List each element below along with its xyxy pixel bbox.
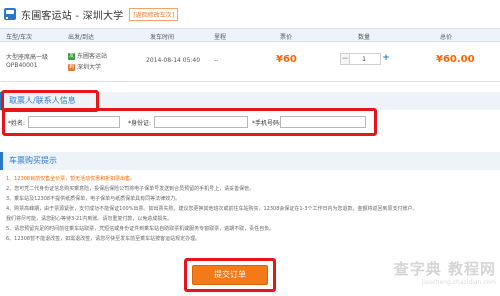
watermark-sub: jiaocheng.chazidian.com: [421, 279, 496, 286]
highlight-passenger-form: [2, 108, 377, 136]
highlight-submit-button: [184, 258, 276, 292]
notice-item: 4、购票高峰期，由于票源紧张，支付成功不能保证100%出票。如出票失败，建议您更…: [6, 206, 418, 212]
notice-item: 1、12308目前仅售全价票，暂无活动优惠和折扣票出售。: [6, 176, 136, 182]
arrival-station: 到深圳大学: [68, 62, 101, 71]
col-line: 车型/车次: [6, 34, 33, 41]
vehicle-number: OPB40001: [6, 62, 38, 69]
departure-time: 2014-08-14 05:40: [146, 57, 201, 64]
vehicle-type: 大型座席高一级: [6, 54, 49, 61]
distance-value: --: [214, 57, 219, 64]
quantity-minus-button[interactable]: −: [340, 53, 350, 65]
watermark-main: 查字典 教程网: [393, 260, 496, 278]
departure-station: 发东圃客运站: [68, 51, 107, 60]
notice-section-title: 车票购买提示: [0, 152, 500, 170]
route-title: 东圃客运站 - 深圳大学: [21, 10, 124, 22]
total-price: ¥60.00: [436, 54, 475, 65]
ticket-row: 大型座席高一级 OPB40001 发东圃客运站 到深圳大学 2014-08-14…: [0, 42, 500, 82]
arrival-tag: 到: [68, 64, 75, 71]
col-price: 票价: [280, 34, 293, 41]
notice-item: 5、请您预留充足的时间前往乘车站取票，凭短信或身份证件到乘车站自助取票机或服务专…: [6, 226, 275, 232]
route-bar: 东圃客运站 - 深圳大学 [返回修改车次]: [0, 0, 500, 28]
ticket-table-header: 车型/车次 出发/到达 发车时间 里程 票价 数量 总价: [0, 28, 500, 42]
bus-icon: [4, 8, 18, 20]
col-total: 总价: [440, 34, 453, 41]
notice-item: 3、乘车站及12308不提供纸质保单，电子保单与纸质保单具有同等法律效力。: [6, 196, 181, 202]
site-watermark: 查字典 教程网 jiaocheng.chazidian.com: [346, 258, 496, 286]
arrival-name: 深圳大学: [77, 64, 102, 71]
notice-item: 6、12308暂不能退改签，如需退改签，请您尽快至发车前至乘车站按客运站规定办理…: [6, 236, 201, 242]
col-stations: 出发/到达: [68, 34, 95, 41]
quantity-plus-button[interactable]: +: [381, 53, 391, 65]
quantity-input[interactable]: 1: [350, 53, 378, 65]
departure-name: 东圃客运站: [77, 53, 108, 60]
departure-tag: 发: [68, 53, 75, 60]
notice-item: 我们将尽可能，请您耐心等待3-21内到账。请勿重复付款，以免造成损失。: [6, 216, 173, 222]
quantity-stepper: − 1 +: [340, 53, 391, 65]
col-quantity: 数量: [358, 34, 371, 41]
unit-price: ¥60: [276, 54, 297, 65]
col-distance: 里程: [214, 34, 227, 41]
notice-list: 1、12308目前仅售全价票，暂无活动优惠和折扣票出售。 2、您可凭二代身份证信…: [6, 174, 496, 244]
col-time: 发车时间: [150, 34, 175, 41]
change-schedule-link[interactable]: [返回修改车次]: [129, 7, 179, 21]
notice-item: 2、您可凭二代身份证信息购买乘意险，投保后保险公司将电子保单号发送到合员预留的手…: [6, 186, 255, 192]
